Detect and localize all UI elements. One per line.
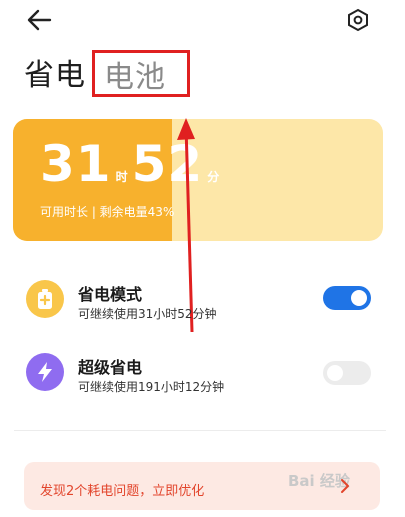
- back-arrow-icon[interactable]: [26, 8, 52, 32]
- hours-value: 31: [40, 135, 112, 193]
- power-saving-mode-toggle[interactable]: [323, 286, 371, 310]
- toggle-knob: [351, 290, 367, 306]
- hours-unit: 时: [115, 170, 128, 184]
- ultra-power-saving-title: 超级省电: [78, 358, 143, 377]
- remaining-time: 31 时52 分: [40, 135, 223, 193]
- ultra-power-saving-subtitle: 可继续使用191小时12分钟: [78, 380, 225, 394]
- tab-battery[interactable]: 电池: [104, 52, 166, 96]
- chevron-right-icon[interactable]: [340, 478, 350, 494]
- battery-subtitle: 可用时长 | 剩余电量43%: [40, 205, 175, 219]
- power-saving-mode-icon-circle: [26, 280, 64, 318]
- divider: [14, 430, 386, 431]
- power-saving-mode-subtitle: 可继续使用31小时52分钟: [78, 307, 217, 321]
- tab-power-saving[interactable]: 省电: [24, 50, 86, 94]
- power-saving-mode-title: 省电模式: [78, 285, 143, 304]
- minutes-value: 52: [131, 135, 204, 193]
- optimization-banner-text: 发现2个耗电问题，立即优化: [40, 484, 205, 499]
- toggle-knob: [327, 365, 343, 381]
- lightning-icon: [38, 362, 52, 382]
- battery-plus-icon: [38, 289, 52, 309]
- ultra-power-saving-toggle[interactable]: [323, 361, 371, 385]
- minutes-unit: 分: [207, 170, 220, 184]
- gear-icon[interactable]: [346, 8, 370, 32]
- ultra-power-saving-icon-circle: [26, 353, 64, 391]
